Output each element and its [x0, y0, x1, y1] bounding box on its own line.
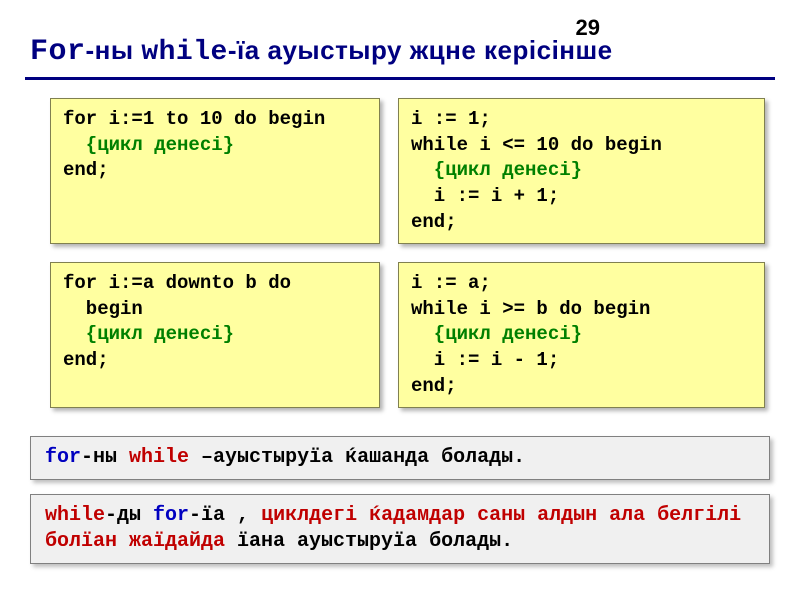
- code-while-down: i := a; while i >= b do begin {цикл дене…: [398, 262, 765, 408]
- rule-while-to-for: while-ды for-їа , циклдегі ќадамдар саны…: [30, 494, 770, 564]
- rule1-mid: -ны: [81, 446, 129, 469]
- line-comment: {цикл денесі}: [411, 159, 582, 181]
- title-underline: [25, 77, 775, 80]
- line-comment: {цикл денесі}: [63, 134, 234, 156]
- rule-for-to-while: for-ны while –ауыстыруїа ќашанда болады.: [30, 436, 770, 480]
- line: for i:=1 to 10 do begin: [63, 108, 325, 130]
- title-mid1: -ны: [86, 35, 142, 65]
- slide-title: For-ны while-їа ауыстыру жцне керісінше: [0, 0, 800, 77]
- rule2-while: while: [45, 504, 105, 527]
- line: end;: [411, 375, 457, 397]
- line: end;: [63, 159, 109, 181]
- line-comment: {цикл денесі}: [411, 323, 582, 345]
- line: i := 1;: [411, 108, 491, 130]
- line: i := i + 1;: [411, 185, 559, 207]
- rule2-for: for: [153, 504, 189, 527]
- title-rest: -їа ауыстыру жцне керісінше: [228, 35, 613, 65]
- code-for-to: for i:=1 to 10 do begin {цикл денесі} en…: [50, 98, 380, 244]
- code-row-1: for i:=1 to 10 do begin {цикл денесі} en…: [0, 98, 800, 262]
- rule1-for: for: [45, 446, 81, 469]
- code-while-up: i := 1; while i <= 10 do begin {цикл ден…: [398, 98, 765, 244]
- line: while i >= b do begin: [411, 298, 650, 320]
- title-while: while: [141, 37, 228, 68]
- line-comment: {цикл денесі}: [63, 323, 234, 345]
- code-row-2: for i:=a downto b do begin {цикл денесі}…: [0, 262, 800, 426]
- rule2-mid1: -ды: [105, 504, 153, 527]
- title-for: For: [30, 35, 86, 69]
- page-number: 29: [576, 15, 600, 41]
- line: i := a;: [411, 272, 491, 294]
- line: end;: [411, 211, 457, 233]
- code-for-downto: for i:=a downto b do begin {цикл денесі}…: [50, 262, 380, 408]
- rule1-rest: –ауыстыруїа ќашанда болады.: [189, 446, 525, 469]
- line: begin: [63, 298, 143, 320]
- line: end;: [63, 349, 109, 371]
- line: for i:=a downto b do: [63, 272, 291, 294]
- line: i := i - 1;: [411, 349, 559, 371]
- line: while i <= 10 do begin: [411, 134, 662, 156]
- rule1-while: while: [129, 446, 189, 469]
- rule2-rest: їана ауыстыруїа болады.: [237, 530, 513, 553]
- rule2-mid2: -їа ,: [189, 504, 261, 527]
